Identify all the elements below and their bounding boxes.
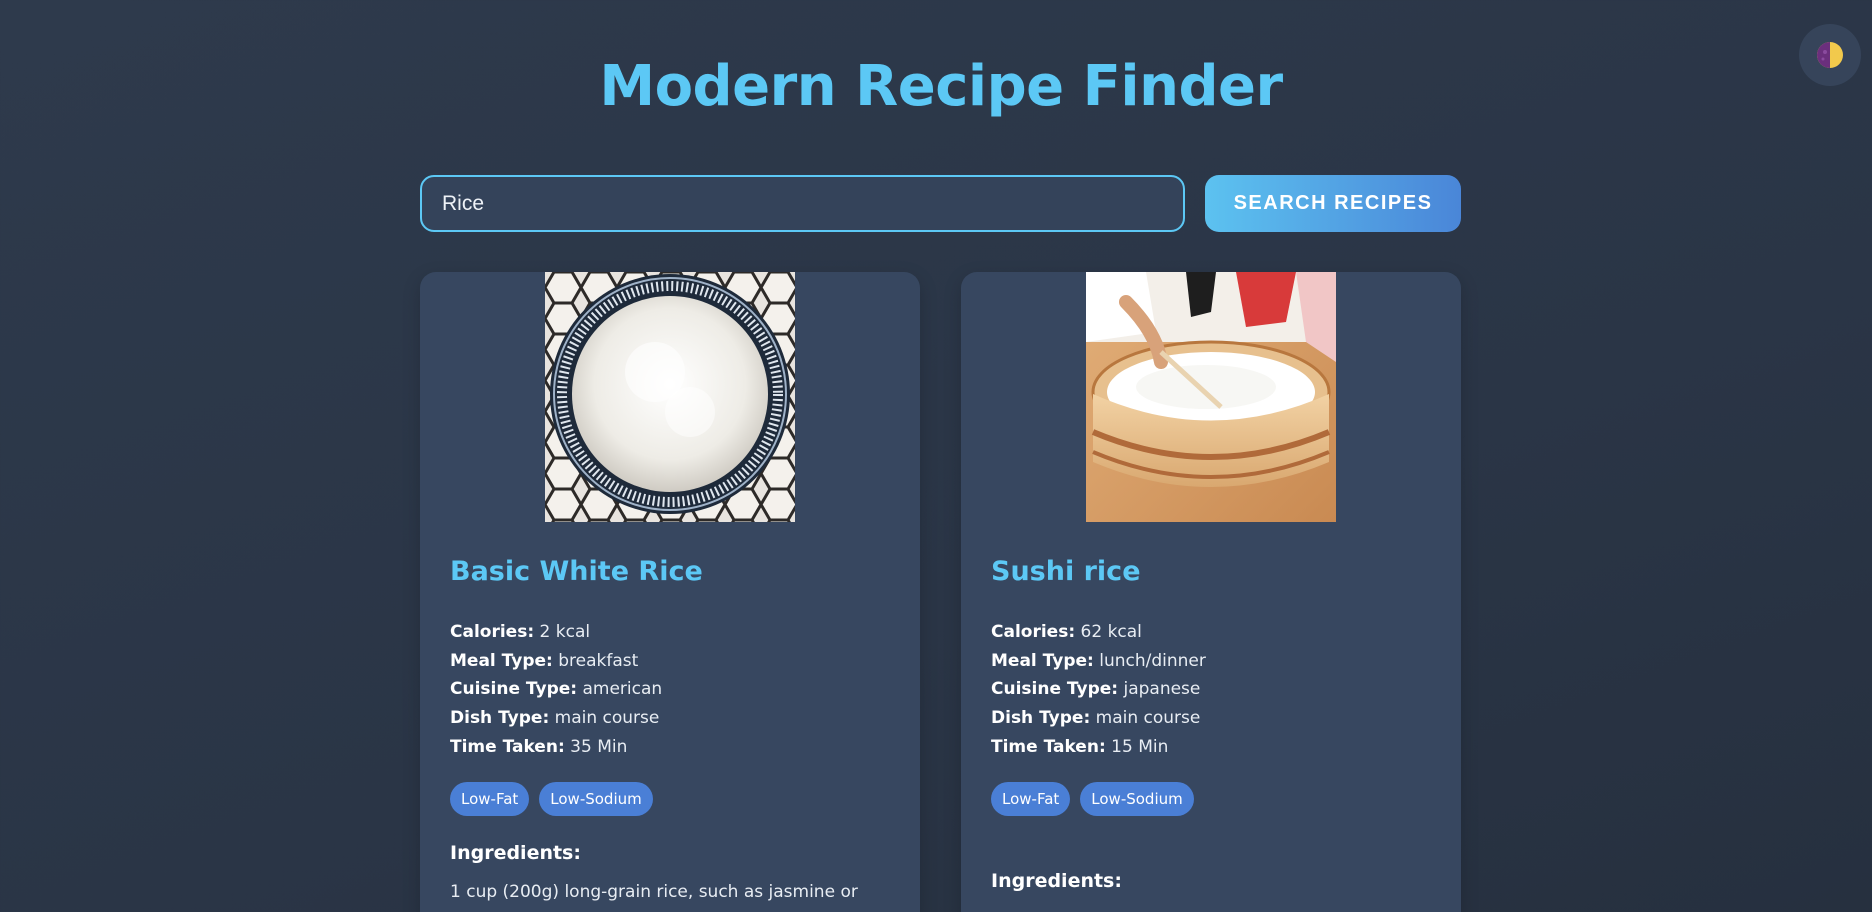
page-title: Modern Recipe Finder: [599, 54, 1283, 119]
calories-label: Calories:: [450, 622, 535, 642]
time-taken-label: Time Taken:: [450, 736, 565, 757]
cuisine-type-row: Cuisine Type: american: [450, 675, 662, 704]
cuisine-type-value: japanese: [1123, 679, 1201, 700]
tag-low-fat[interactable]: Low-Fat: [991, 782, 1071, 816]
meal-type-row: Meal Type: breakfast: [450, 647, 662, 676]
meal-type-label: Meal Type:: [991, 650, 1094, 671]
cuisine-type-label: Cuisine Type:: [991, 679, 1119, 700]
dish-type-value: main course: [1095, 708, 1201, 729]
time-taken-row: Time Taken: 15 Min: [991, 733, 1206, 762]
sushi-rice-tub-image: [1086, 272, 1336, 522]
dish-type-row: Dish Type: main course: [450, 704, 662, 733]
recipe-title[interactable]: Sushi rice: [991, 556, 1141, 587]
recipe-details: Calories: 62 kcal Meal Type: lunch/dinne…: [991, 618, 1206, 762]
dish-type-label: Dish Type:: [991, 708, 1091, 729]
search-input[interactable]: [420, 175, 1185, 232]
recipe-card: Sushi rice Calories: 62 kcal Meal Type: …: [961, 272, 1461, 912]
meal-type-value: lunch/dinner: [1099, 650, 1206, 671]
time-taken-value: 15 Min: [1111, 736, 1169, 757]
ingredients-heading: Ingredients:: [991, 870, 1122, 892]
tag-low-sodium[interactable]: Low-Sodium: [539, 782, 653, 816]
ingredients-heading: Ingredients:: [450, 842, 581, 864]
meal-type-value: breakfast: [558, 650, 639, 671]
cuisine-type-label: Cuisine Type:: [450, 679, 578, 700]
tag-low-sodium[interactable]: Low-Sodium: [1080, 782, 1194, 816]
time-taken-value: 35 Min: [570, 736, 628, 757]
recipe-details: Calories: 2 kcal Meal Type: breakfast Cu…: [450, 618, 662, 762]
dish-type-value: main course: [554, 708, 660, 729]
dish-type-label: Dish Type:: [450, 708, 550, 729]
recipe-tags: Low-Fat Low-Sodium: [450, 782, 653, 816]
ingredient-item: 1 cup (200g) long-grain rice, such as ja…: [450, 882, 858, 902]
recipe-title[interactable]: Basic White Rice: [450, 556, 703, 587]
calories-value: 2 kcal: [539, 622, 591, 642]
cuisine-type-row: Cuisine Type: japanese: [991, 675, 1206, 704]
calories-row: Calories: 62 kcal: [991, 618, 1206, 647]
cuisine-type-value: american: [582, 679, 663, 700]
dish-type-row: Dish Type: main course: [991, 704, 1206, 733]
recipe-card: Basic White Rice Calories: 2 kcal Meal T…: [420, 272, 920, 912]
search-recipes-button[interactable]: SEARCH RECIPES: [1205, 175, 1461, 232]
time-taken-row: Time Taken: 35 Min: [450, 733, 662, 762]
bowl-of-white-rice-image: [545, 272, 795, 522]
calories-value: 62 kcal: [1080, 622, 1142, 642]
time-taken-label: Time Taken:: [991, 736, 1106, 757]
meal-type-label: Meal Type:: [450, 650, 553, 671]
tag-low-fat[interactable]: Low-Fat: [450, 782, 530, 816]
calories-row: Calories: 2 kcal: [450, 618, 662, 647]
meal-type-row: Meal Type: lunch/dinner: [991, 647, 1206, 676]
recipe-tags: Low-Fat Low-Sodium: [991, 782, 1194, 816]
calories-label: Calories:: [991, 622, 1076, 642]
